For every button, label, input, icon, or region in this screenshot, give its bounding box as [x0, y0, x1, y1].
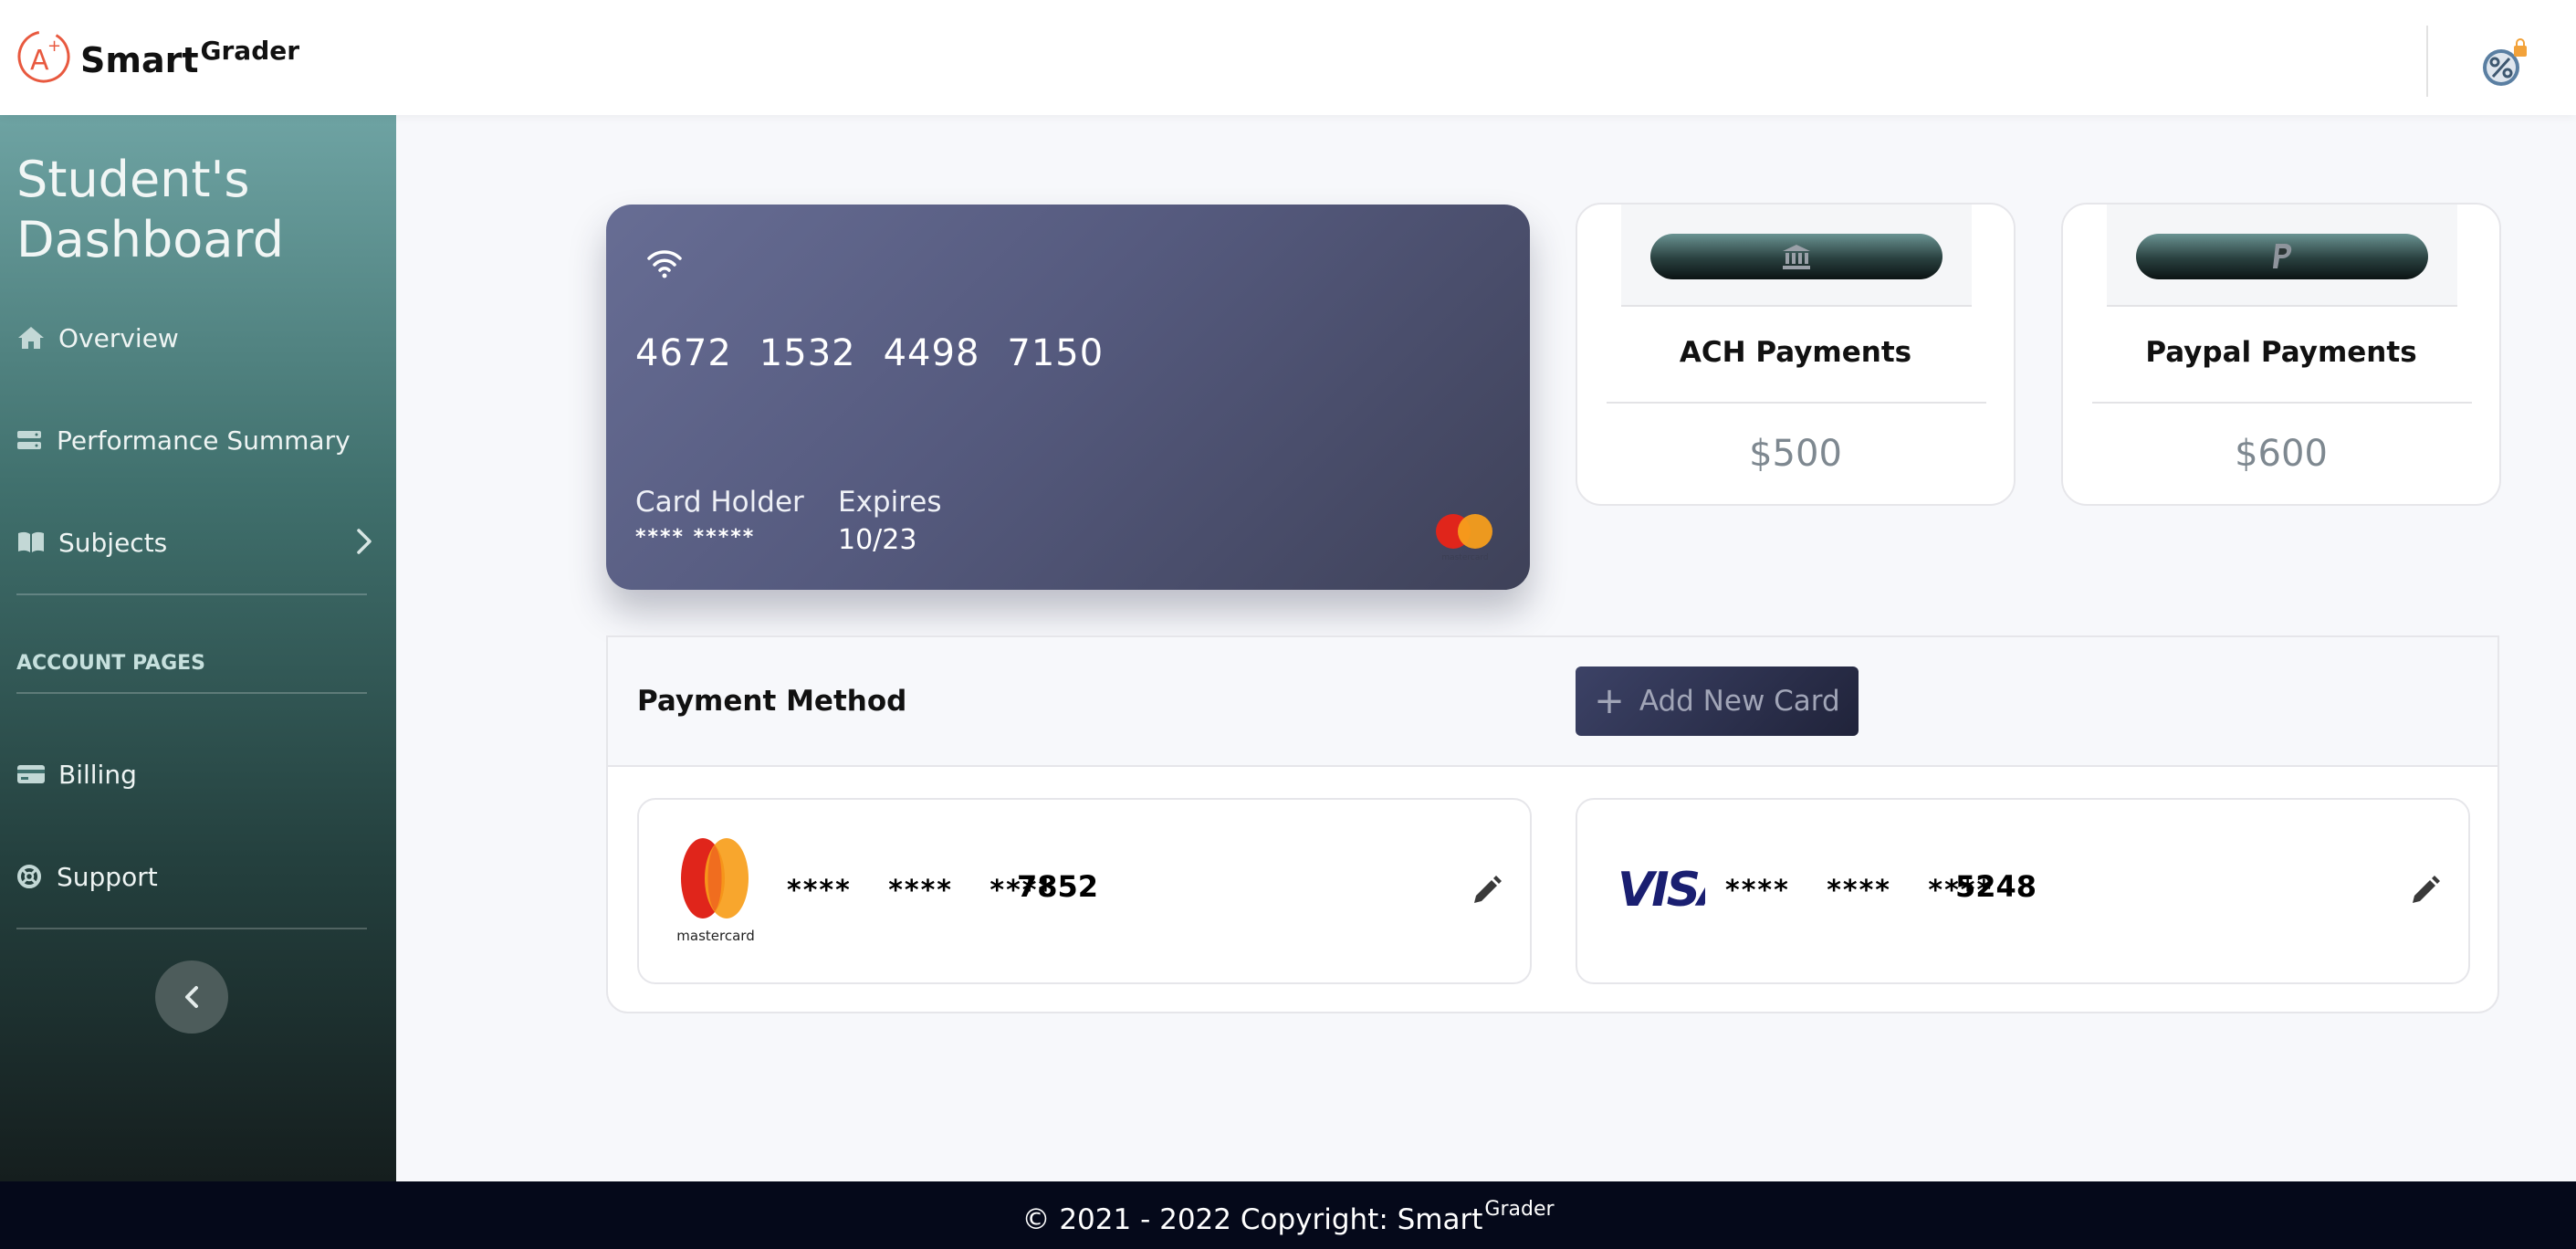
paypal-icon-pill: [2136, 234, 2428, 279]
card-last4: 5248: [1955, 869, 2037, 904]
sidebar-item-performance-summary[interactable]: Performance Summary: [16, 420, 372, 460]
sidebar-title: Student's Dashboard: [16, 150, 284, 270]
card-number: 4672 1532 4498 7150: [635, 332, 1131, 374]
mastercard-logo-text: mastercard: [676, 928, 754, 944]
add-new-card-label: Add New Card: [1639, 685, 1840, 718]
brand-name-sup: Grader: [200, 36, 300, 66]
sidebar-item-subjects[interactable]: Subjects: [16, 522, 372, 562]
svg-text:+: +: [47, 37, 61, 56]
card-number-group: 1532: [759, 332, 856, 374]
add-new-card-button[interactable]: + Add New Card: [1576, 666, 1859, 736]
plus-icon: +: [1594, 680, 1625, 722]
card-expires-label: Expires: [838, 486, 942, 519]
card-number-group: 4672: [635, 332, 732, 374]
footer-copyright-sup: Grader: [1484, 1197, 1555, 1221]
sidebar-item-overview[interactable]: Overview: [16, 318, 372, 358]
top-header: A + SmartGrader: [0, 0, 2576, 115]
credit-card-icon: [16, 760, 46, 789]
sidebar-divider: [16, 692, 367, 694]
sidebar-item-label: Overview: [58, 322, 179, 353]
card-holder-value: **** *****: [635, 526, 756, 549]
footer-copyright: © 2021 - 2022 Copyright: Smart: [1021, 1203, 1483, 1236]
sidebar-divider: [16, 593, 367, 595]
brand-name-main: Smart: [80, 40, 199, 80]
edit-pencil-icon[interactable]: [1470, 875, 1503, 908]
visa-logo-icon: VISA: [1618, 863, 1705, 917]
mastercard-logo-text: mastercard: [1441, 553, 1488, 562]
visa-logo-text: VISA: [1618, 863, 1705, 917]
pay-card-divider: [1607, 402, 1986, 404]
sidebar-divider: [16, 928, 367, 929]
pay-card-divider: [2092, 402, 2472, 404]
credit-card: 4672 1532 4498 7150 Card Holder **** ***** …: [606, 205, 1530, 590]
life-ring-icon: [16, 862, 42, 891]
sidebar-item-support[interactable]: Support: [16, 856, 372, 897]
footer: © 2021 - 2022 Copyright: Smart Grader: [0, 1181, 2576, 1249]
brand-name: SmartGrader: [80, 36, 299, 80]
sidebar-item-label: Performance Summary: [57, 425, 351, 456]
pay-card-title: ACH Payments: [1679, 336, 1912, 369]
header-divider: [2426, 26, 2428, 97]
mastercard-logo-icon: mastercard: [1436, 514, 1492, 562]
pay-card-header: [1621, 205, 1972, 307]
svg-text:A: A: [30, 45, 49, 77]
saved-card-mastercard[interactable]: mastercard **** **** **** 7852: [637, 798, 1532, 984]
profile-avatar-icon[interactable]: [2479, 38, 2530, 89]
brand-logo-link[interactable]: A + SmartGrader: [16, 29, 299, 84]
sidebar-item-label: Billing: [58, 759, 137, 790]
card-expires-value: 10/23: [838, 524, 917, 556]
edit-pencil-icon[interactable]: [2408, 875, 2441, 908]
pay-card-amount: $600: [2235, 433, 2328, 475]
card-number-group: 7150: [1007, 332, 1105, 374]
paypal-icon: [2273, 244, 2292, 268]
server-icon: [16, 425, 42, 455]
home-icon: [16, 323, 46, 352]
pay-card-header: [2107, 205, 2457, 307]
wifi-icon: [647, 250, 682, 278]
paypal-payments-card: Paypal Payments $600: [2061, 203, 2501, 506]
chevron-right-icon: [356, 528, 372, 562]
sidebar-title-line1: Student's: [16, 151, 250, 208]
book-icon: [16, 528, 46, 557]
sidebar: Student's Dashboard Overview Performance…: [0, 115, 396, 1181]
chevron-left-icon: [185, 986, 198, 1008]
mastercard-logo-icon: mastercard: [676, 838, 755, 944]
sidebar-section-label: ACCOUNT PAGES: [16, 652, 206, 675]
sidebar-item-billing[interactable]: Billing: [16, 754, 372, 794]
smartgrader-logo-icon: A +: [17, 30, 70, 83]
payment-method-panel: Payment Method + Add New Card mastercard…: [606, 635, 2499, 1013]
payment-method-title: Payment Method: [637, 685, 907, 718]
sidebar-title-line2: Dashboard: [16, 211, 284, 268]
saved-card-visa[interactable]: VISA **** **** **** 5248: [1576, 798, 2470, 984]
card-mask: **** **** ****: [1725, 875, 1994, 907]
card-holder-label: Card Holder: [635, 486, 804, 519]
card-number-group: 4498: [883, 332, 980, 374]
payment-method-header: Payment Method + Add New Card: [608, 637, 2497, 767]
sidebar-item-label: Support: [57, 861, 158, 892]
card-mask: **** **** ****: [787, 875, 1055, 907]
pay-card-title: Paypal Payments: [2145, 336, 2417, 369]
pay-card-amount: $500: [1749, 433, 1842, 475]
collapse-sidebar-button[interactable]: [155, 960, 228, 1034]
card-last4: 7852: [1017, 869, 1099, 904]
ach-icon-pill: [1650, 234, 1942, 279]
sidebar-item-label: Subjects: [58, 527, 168, 558]
bank-icon: [1783, 245, 1810, 269]
ach-payments-card: ACH Payments $500: [1576, 203, 2016, 506]
